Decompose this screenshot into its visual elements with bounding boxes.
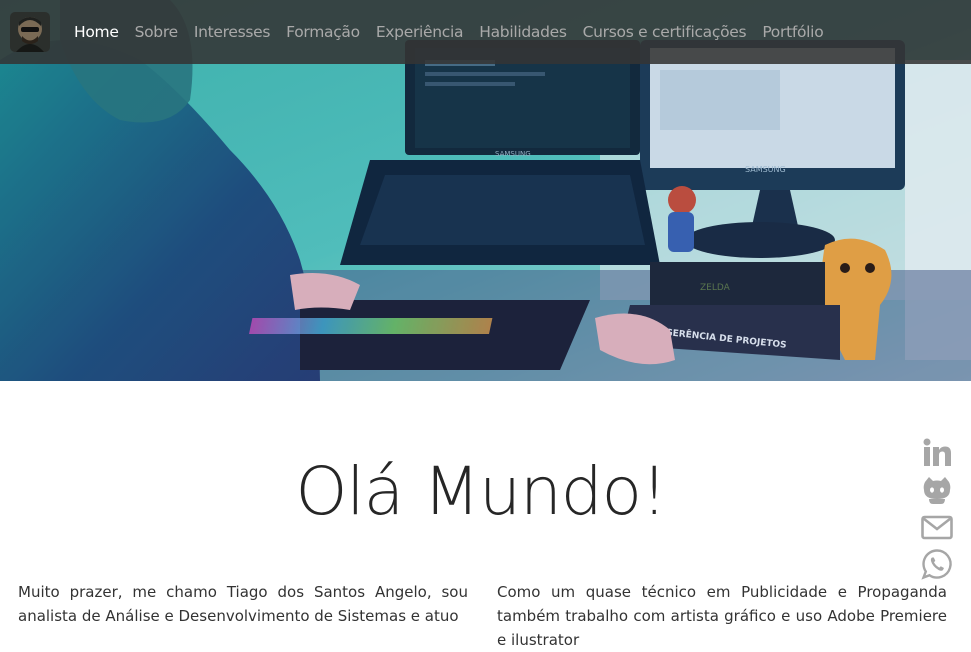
nav-item-interesses[interactable]: Interesses xyxy=(194,23,271,41)
nav-item-formacao[interactable]: Formação xyxy=(286,23,360,41)
page-title: Olá Mundo! xyxy=(295,453,667,530)
nav-menu: Home Sobre Interesses Formação Experiênc… xyxy=(74,23,839,41)
github-icon[interactable] xyxy=(920,473,954,507)
nav-item-home[interactable]: Home xyxy=(74,23,119,41)
nav-item-sobre[interactable]: Sobre xyxy=(135,23,179,41)
email-icon[interactable] xyxy=(920,510,954,544)
nav-item-experiencia[interactable]: Experiência xyxy=(376,23,464,41)
navbar: Home Sobre Interesses Formação Experiênc… xyxy=(0,0,971,64)
avatar[interactable] xyxy=(10,12,50,52)
profile-photo-icon xyxy=(10,12,50,52)
social-links xyxy=(917,436,957,584)
nav-item-habilidades[interactable]: Habilidades xyxy=(479,23,567,41)
intro-paragraph-left: Muito prazer, me chamo Tiago dos Santos … xyxy=(18,583,468,625)
nav-item-portfolio[interactable]: Portfólio xyxy=(762,23,823,41)
intro-paragraph-right: Como um quase técnico em Publicidade e P… xyxy=(497,583,947,649)
whatsapp-icon[interactable] xyxy=(920,547,954,581)
linkedin-icon[interactable] xyxy=(920,436,954,470)
nav-item-cursos[interactable]: Cursos e certificações xyxy=(583,23,747,41)
